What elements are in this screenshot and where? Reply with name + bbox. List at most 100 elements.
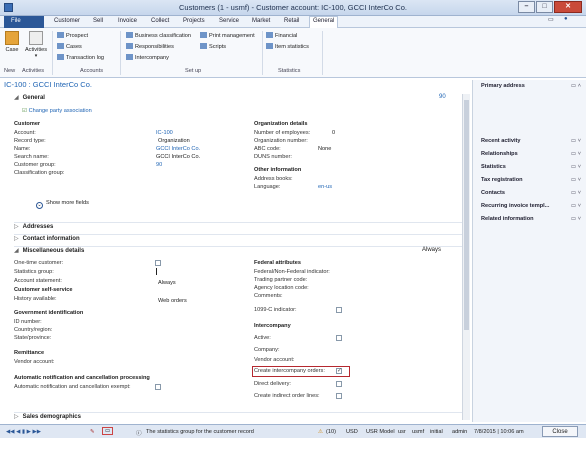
layout-icon[interactable]: ▭ bbox=[548, 16, 554, 23]
comments-label: Comments: bbox=[254, 293, 283, 299]
case-icon bbox=[5, 31, 19, 45]
chevron-down-icon[interactable]: ▭ ˅ bbox=[571, 151, 581, 157]
other-info-heading: Other information bbox=[254, 167, 302, 173]
tab-projects[interactable]: Projects bbox=[183, 18, 205, 24]
abc-code-field[interactable]: None bbox=[318, 146, 331, 152]
close-button[interactable]: Close bbox=[542, 426, 578, 437]
info-icon[interactable]: ⓘ bbox=[136, 429, 142, 437]
tab-collect[interactable]: Collect bbox=[151, 18, 169, 24]
chevron-down-icon[interactable]: ▭ ˅ bbox=[571, 190, 581, 196]
file-menu[interactable]: File bbox=[4, 16, 44, 28]
tab-invoice[interactable]: Invoice bbox=[118, 18, 137, 24]
activities-button[interactable]: Activities ▾ bbox=[22, 31, 50, 59]
remittance-heading: Remittance bbox=[14, 350, 45, 356]
section-general[interactable]: ◢ General 90 bbox=[14, 94, 464, 105]
statistics-group-field[interactable] bbox=[156, 268, 157, 275]
language-field[interactable]: en-us bbox=[318, 184, 332, 190]
active-label: Active: bbox=[254, 335, 271, 341]
show-more-fields-button[interactable]: ⌄ Show more fields bbox=[36, 200, 89, 209]
search-name-field[interactable]: GCCI InterCo Co. bbox=[156, 154, 200, 160]
group-label-accounts: Accounts bbox=[80, 68, 104, 74]
factbox-expand-icon[interactable]: ▭ ˄ bbox=[571, 83, 581, 89]
factbox-contacts[interactable]: Contacts ▭ ˅ bbox=[481, 190, 581, 196]
tab-sell[interactable]: Sell bbox=[93, 18, 103, 24]
help-icon[interactable]: ● bbox=[564, 16, 568, 22]
edit-icon[interactable]: ✎ bbox=[90, 429, 95, 435]
responsibilities-icon bbox=[126, 43, 133, 49]
direct-delivery-checkbox[interactable] bbox=[336, 381, 342, 387]
tab-service[interactable]: Service bbox=[219, 18, 239, 24]
indirect-lines-checkbox[interactable] bbox=[336, 393, 342, 399]
chevron-down-icon[interactable]: ▭ ˅ bbox=[571, 164, 581, 170]
close-window-button[interactable]: ✕ bbox=[554, 1, 582, 13]
tab-customer[interactable]: Customer bbox=[54, 18, 80, 24]
scrollbar-thumb[interactable] bbox=[464, 100, 469, 330]
maximize-button[interactable]: □ bbox=[536, 1, 553, 13]
factbox-relationships[interactable]: Relationships ▭ ˅ bbox=[481, 151, 581, 157]
gov-id-heading: Government identification bbox=[14, 310, 84, 316]
alert-count: (10) bbox=[326, 429, 336, 435]
cases-button[interactable]: Cases bbox=[57, 43, 82, 50]
name-field[interactable]: GCCI InterCo Co. bbox=[156, 146, 200, 152]
item-statistics-button[interactable]: Item statistics bbox=[266, 43, 309, 50]
classification-label: Classification group: bbox=[14, 170, 65, 176]
active-checkbox[interactable] bbox=[336, 335, 342, 341]
intercompany-button[interactable]: Intercompany bbox=[126, 54, 169, 61]
record-type-label: Record type: bbox=[14, 138, 46, 144]
auto-exempt-checkbox[interactable] bbox=[155, 384, 161, 390]
responsibilities-button[interactable]: Responsibilities bbox=[126, 43, 174, 50]
record-type-field[interactable]: Organization bbox=[158, 138, 190, 144]
group-label-new: New bbox=[4, 68, 16, 74]
history-label: History available: bbox=[14, 296, 57, 302]
section-addresses[interactable]: ▷ Addresses bbox=[14, 222, 464, 233]
c1099-label: 1099-C indicator: bbox=[254, 307, 297, 313]
account-field[interactable]: IC-100 bbox=[156, 130, 173, 136]
section-sales-demographics[interactable]: ▷ Sales demographics bbox=[14, 412, 464, 423]
minimize-button[interactable]: – bbox=[518, 1, 535, 13]
factbox-statistics[interactable]: Statistics ▭ ˅ bbox=[481, 164, 581, 170]
history-field[interactable]: Web orders bbox=[158, 298, 187, 304]
tab-market[interactable]: Market bbox=[252, 18, 270, 24]
document-icon[interactable]: ▭ bbox=[102, 427, 114, 435]
one-time-checkbox[interactable] bbox=[155, 260, 161, 266]
account-statement-field[interactable]: Always bbox=[158, 280, 176, 286]
change-party-link[interactable]: ☑ Change party association bbox=[22, 108, 92, 114]
section-miscellaneous-details[interactable]: ◢ Miscellaneous details Always bbox=[14, 246, 464, 257]
trading-partner-label: Trading partner code: bbox=[254, 277, 308, 283]
factbox-recurring-invoice[interactable]: Recurring invoice templ... ▭ ˅ bbox=[481, 203, 581, 209]
tab-retail[interactable]: Retail bbox=[284, 18, 299, 24]
chevron-down-icon[interactable]: ▭ ˅ bbox=[571, 203, 581, 209]
chevron-down-icon[interactable]: ▭ ˅ bbox=[571, 138, 581, 144]
auto-notification-heading: Automatic notification and cancellation … bbox=[14, 375, 150, 381]
scripts-button[interactable]: Scripts bbox=[200, 43, 226, 50]
transaction-log-button[interactable]: Transaction log bbox=[57, 54, 104, 61]
prospect-button[interactable]: Prospect bbox=[57, 32, 88, 39]
financial-button[interactable]: Financial bbox=[266, 32, 297, 39]
chevron-down-icon[interactable]: ▭ ˅ bbox=[571, 177, 581, 183]
tab-general[interactable]: General bbox=[309, 16, 339, 28]
federal-heading: Federal attributes bbox=[254, 260, 301, 266]
factbox-primary-address[interactable]: Primary address ▭ ˄ bbox=[481, 83, 581, 89]
page-title: IC-100 : GCCI InterCo Co. bbox=[4, 80, 92, 89]
c1099-checkbox[interactable] bbox=[336, 307, 342, 313]
business-classification-button[interactable]: Business classification bbox=[126, 32, 191, 39]
activities-icon bbox=[29, 31, 43, 45]
factbox-pane: Primary address ▭ ˄ Recent activity ▭ ˅ Re… bbox=[472, 80, 586, 422]
customer-group-field[interactable]: 90 bbox=[156, 162, 162, 168]
ic-vendor-account-label: Vendor account: bbox=[254, 357, 295, 363]
print-management-button[interactable]: Print management bbox=[200, 32, 255, 39]
main-scrollbar[interactable] bbox=[462, 94, 470, 420]
record-navigation-icons[interactable]: ◀◀ ◀ ▮ ▶ ▶▶ bbox=[6, 429, 41, 435]
group-label-statistics: Statistics bbox=[278, 68, 301, 74]
alert-icon[interactable]: ⚠ bbox=[318, 429, 323, 435]
details-form: ◢ General 90 ☑ Change party association Cu… bbox=[14, 94, 464, 422]
factbox-recent-activity[interactable]: Recent activity ▭ ˅ bbox=[481, 138, 581, 144]
factbox-related-information[interactable]: Related information ▭ ˅ bbox=[481, 216, 581, 222]
section-contact-information[interactable]: ▷ Contact information bbox=[14, 234, 464, 245]
chevron-down-icon: ⌄ bbox=[36, 202, 43, 209]
employees-field[interactable]: 0 bbox=[332, 130, 335, 136]
create-ic-orders-checkbox[interactable] bbox=[336, 367, 342, 374]
chevron-down-icon[interactable]: ▭ ˅ bbox=[571, 216, 581, 222]
factbox-tax-registration[interactable]: Tax registration ▭ ˅ bbox=[481, 177, 581, 183]
case-button[interactable]: Case bbox=[4, 31, 20, 53]
